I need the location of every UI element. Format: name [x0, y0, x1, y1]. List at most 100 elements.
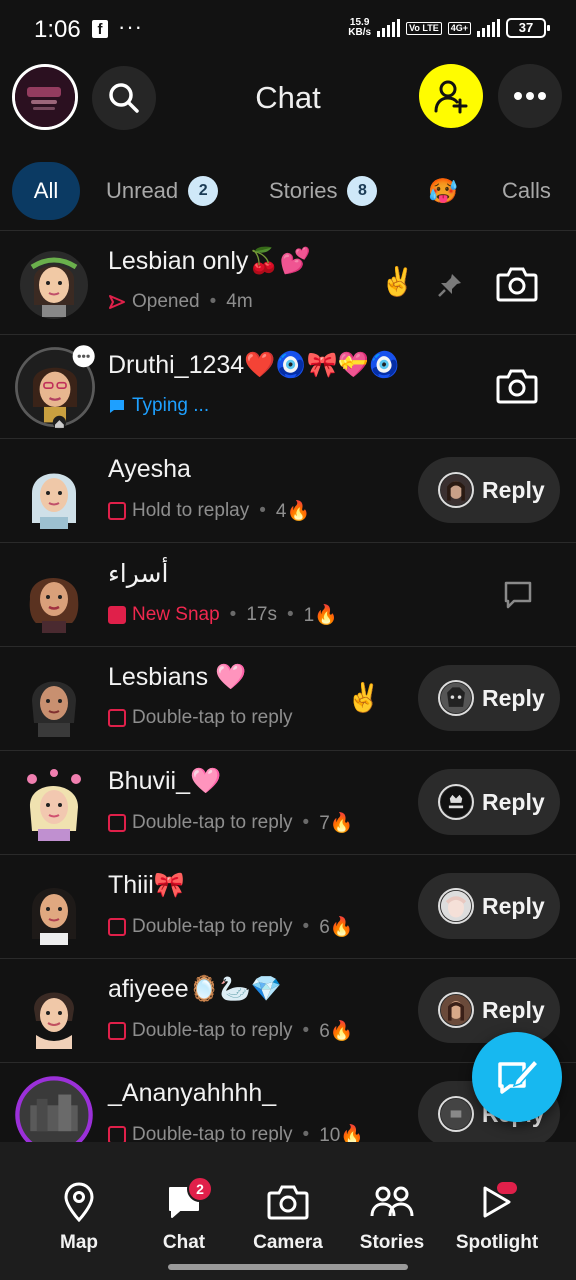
- tab-stories[interactable]: Stories 8: [269, 162, 378, 220]
- bitmoji-avatar: [34, 992, 74, 1049]
- tab-all[interactable]: All: [12, 162, 80, 220]
- bitmoji-avatar: [32, 888, 76, 945]
- nav-chat[interactable]: 2 Chat: [129, 1176, 239, 1254]
- chat-status: Double-tap to reply: [108, 707, 293, 729]
- reply-avatar: [438, 1096, 474, 1132]
- nav-stories[interactable]: Stories: [337, 1180, 447, 1254]
- reply-avatar: [438, 888, 474, 924]
- reply-button[interactable]: Reply: [418, 769, 560, 835]
- tab-emoji-label: 🥵: [428, 177, 458, 205]
- 4g-tag: 4G+: [447, 21, 471, 35]
- reply-label: Reply: [482, 788, 545, 815]
- chat-status-text: Double-tap to reply: [132, 1020, 293, 1041]
- opened-arrow-icon: [109, 295, 125, 309]
- reply-avatar: [438, 992, 474, 1028]
- reply-label: Reply: [482, 684, 545, 711]
- nav-spotlight[interactable]: Spotlight: [442, 1180, 552, 1254]
- chat-status: Hold to replay • 4🔥: [108, 499, 310, 523]
- chat-status-text: New Snap: [132, 604, 220, 625]
- chat-row[interactable]: Lesbian only🍒💕 Opened • 4m ✌️: [0, 230, 576, 334]
- volte-tag: Vo LTE: [406, 21, 442, 35]
- friend-emoji: ✌️: [346, 682, 381, 713]
- reply-button[interactable]: Reply: [418, 873, 560, 939]
- stories-count-badge: 8: [347, 176, 378, 206]
- more-options-button[interactable]: [498, 64, 562, 128]
- nav-map[interactable]: Map: [24, 1180, 134, 1254]
- story-avatar: [15, 1076, 93, 1142]
- map-pin-icon: [64, 1182, 94, 1222]
- chat-row[interactable]: Bhuvii_🩷 Double-tap to reply • 7🔥 Reply: [0, 750, 576, 854]
- chat-row[interactable]: Lesbians 🩷 Double-tap to reply ✌️ Reply: [0, 646, 576, 750]
- unread-count-badge: 2: [188, 176, 219, 206]
- chat-row[interactable]: Ayesha Hold to replay • 4🔥 Reply: [0, 438, 576, 542]
- chat-status-text: Double-tap to reply: [132, 1124, 293, 1142]
- reply-avatar: [438, 784, 474, 820]
- chat-row[interactable]: أسراء New Snap • 17s • 1🔥: [0, 542, 576, 646]
- signal-icon: [377, 19, 401, 37]
- streak-count: 6🔥: [319, 917, 354, 938]
- chat-status: Double-tap to reply • 6🔥: [108, 1019, 353, 1043]
- status-bar: 1:06 f ··· 15.9 KB/s Vo LTE 4G+ 37: [0, 0, 576, 60]
- chat-name: Lesbian only🍒💕: [108, 247, 311, 275]
- chat-list[interactable]: Lesbian only🍒💕 Opened • 4m ✌️ Druthi_123…: [0, 230, 576, 1142]
- reply-avatar: [438, 472, 474, 508]
- tab-calls[interactable]: Calls: [502, 162, 551, 220]
- page-title: Chat: [255, 80, 321, 115]
- add-friend-button[interactable]: [419, 64, 483, 128]
- tab-stories-label: Stories: [269, 178, 338, 203]
- more-dots-icon: [514, 92, 546, 100]
- new-chat-button[interactable]: [472, 1032, 562, 1122]
- separator-dot: •: [209, 291, 217, 312]
- reply-avatar: [438, 680, 474, 716]
- tab-all-label: All: [33, 178, 59, 203]
- chat-status-text: Double-tap to reply: [132, 812, 293, 833]
- filter-tabs: All Unread 2 Stories 8 🥵 Calls: [0, 162, 576, 222]
- camera-icon: [496, 267, 538, 302]
- chat-status: Opened • 4m: [108, 291, 253, 313]
- tab-unread-label: Unread: [106, 178, 179, 203]
- chat-name: afiyeee🪞🦢💎: [108, 975, 282, 1003]
- nav-map-label: Map: [60, 1232, 98, 1253]
- home-indicator[interactable]: [168, 1264, 408, 1270]
- snap-square-icon: [108, 502, 126, 520]
- camera-reply-button[interactable]: [496, 265, 538, 303]
- snap-square-icon: [108, 709, 126, 727]
- camera-reply-button[interactable]: [496, 367, 538, 405]
- tab-calls-label: Calls: [502, 178, 551, 203]
- chat-status-text: Double-tap to reply: [132, 916, 293, 937]
- separator-dot: •: [302, 1124, 310, 1142]
- separator-dot: •: [302, 916, 310, 937]
- nav-stories-label: Stories: [359, 1232, 425, 1253]
- bottom-navigation: Map 2 Chat Camera Stories Spotlight: [0, 1142, 576, 1280]
- chat-notification-badge: 2: [187, 1176, 213, 1202]
- separator-dot: •: [259, 500, 266, 521]
- add-friend-icon: [434, 80, 468, 114]
- separator-dot: •: [286, 604, 294, 625]
- nav-camera[interactable]: Camera: [233, 1180, 343, 1254]
- reply-button[interactable]: Reply: [418, 457, 560, 523]
- chat-row[interactable]: Thiii🎀 Double-tap to reply • 6🔥 Reply: [0, 854, 576, 958]
- battery-icon: 37: [506, 18, 550, 38]
- chat-status: Double-tap to reply • 7🔥: [108, 811, 353, 835]
- reply-button[interactable]: Reply: [418, 665, 560, 731]
- tab-unread[interactable]: Unread 2: [106, 162, 219, 220]
- more-notifications-icon: ···: [118, 14, 143, 39]
- chat-name: Ayesha: [108, 455, 191, 483]
- camera-icon: [267, 1185, 309, 1220]
- stories-icon: [370, 1186, 414, 1217]
- network-speed-unit: KB/s: [348, 27, 372, 38]
- reply-label: Reply: [482, 476, 545, 503]
- chat-status-text: Hold to replay: [132, 500, 250, 521]
- reply-button[interactable]: Reply: [418, 977, 560, 1043]
- chat-time: 17s: [246, 604, 277, 625]
- friend-emoji: ✌️: [380, 266, 415, 297]
- pin-icon: [436, 271, 464, 299]
- chat-reply-button[interactable]: [502, 579, 534, 611]
- tab-emoji[interactable]: 🥵: [428, 162, 458, 220]
- bitmoji-avatar: [20, 251, 88, 319]
- snap-square-icon: [108, 918, 126, 936]
- chat-time: 4m: [226, 291, 253, 312]
- snap-square-icon: [108, 1126, 126, 1142]
- chat-row[interactable]: Druthi_1234❤️🧿🎀💝🧿 Typing ...: [0, 334, 576, 438]
- nav-chat-label: Chat: [162, 1232, 206, 1253]
